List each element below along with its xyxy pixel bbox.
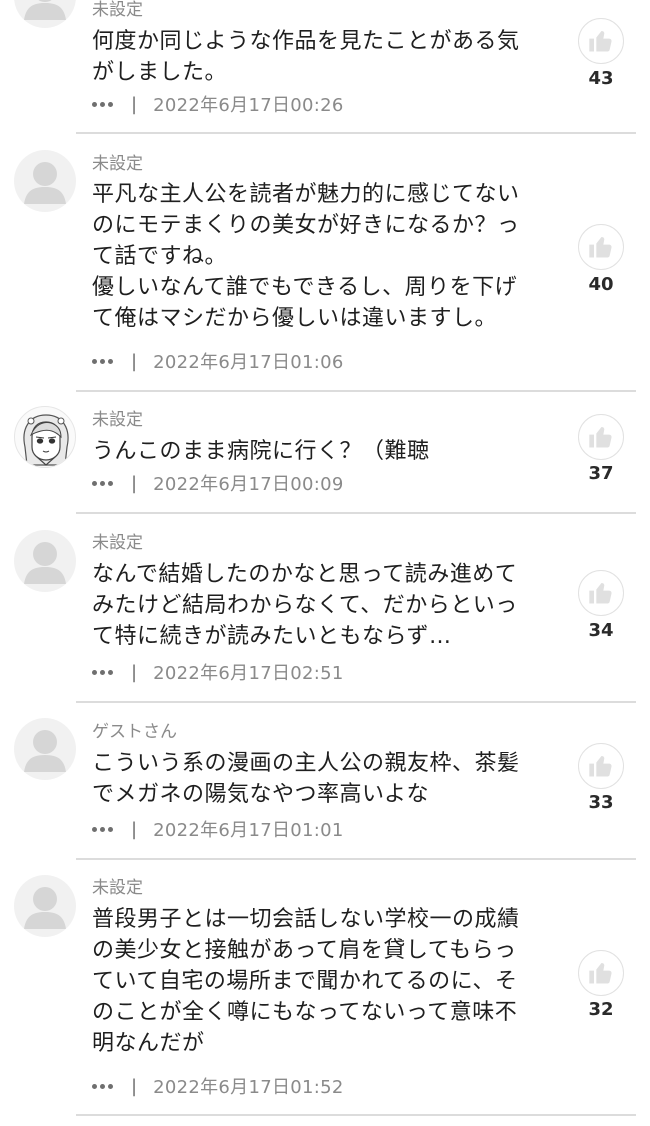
comment-username[interactable]: 未設定 (92, 410, 143, 430)
default-user-avatar-icon (24, 887, 66, 929)
thumbs-up-icon (589, 755, 612, 777)
comment-meta: | 2022年6月17日00:09 (92, 471, 344, 495)
comment-username[interactable]: 未設定 (92, 533, 143, 553)
user-avatar[interactable] (14, 0, 76, 28)
thumbs-up-icon (589, 426, 612, 448)
comment-username[interactable]: 未設定 (92, 878, 143, 898)
meta-separator: | (131, 818, 138, 840)
like-count: 37 (588, 463, 614, 484)
user-avatar[interactable] (14, 718, 76, 780)
more-dots-icon[interactable] (92, 477, 113, 490)
default-user-avatar-icon (24, 730, 66, 772)
like-button[interactable] (578, 950, 624, 996)
like-count: 32 (588, 999, 614, 1020)
thumbs-up-icon (589, 962, 612, 984)
comment-date: 2022年6月17日00:26 (153, 95, 344, 116)
comment-date: 2022年6月17日01:52 (153, 1077, 344, 1098)
comment-text: 平凡な主人公を読者が魅力的に感じてない のにモテまくりの美女が好きになるか？っ … (92, 182, 520, 331)
default-user-avatar-icon (24, 162, 66, 204)
like-button[interactable] (578, 18, 624, 64)
more-dots-icon[interactable] (92, 1080, 113, 1093)
comment-date: 2022年6月17日02:51 (153, 663, 344, 684)
thumbs-up-icon (589, 236, 612, 258)
comment-text: うんこのまま病院に行く？（難聴 (92, 439, 430, 464)
comment-date: 2022年6月17日01:01 (153, 820, 344, 841)
anime-girl-avatar (23, 414, 69, 466)
like-button[interactable] (578, 570, 624, 616)
comment-date: 2022年6月17日00:09 (153, 474, 344, 495)
divider (76, 512, 636, 514)
like-count: 40 (588, 274, 614, 295)
user-avatar[interactable] (14, 406, 76, 468)
comment-meta: | 2022年6月17日01:52 (92, 1074, 344, 1098)
more-dots-icon[interactable] (92, 355, 113, 368)
thumbs-up-icon (589, 582, 612, 604)
divider (76, 1114, 636, 1116)
divider (76, 858, 636, 860)
default-user-avatar-icon (24, 542, 66, 584)
meta-separator: | (131, 93, 138, 115)
meta-separator: | (131, 1075, 138, 1097)
thumbs-up-icon (589, 30, 612, 52)
meta-separator: | (131, 661, 138, 683)
comment-meta: | 2022年6月17日01:06 (92, 349, 344, 373)
comment-meta: | 2022年6月17日00:26 (92, 92, 344, 116)
comment-date: 2022年6月17日01:06 (153, 352, 344, 373)
user-avatar[interactable] (14, 530, 76, 592)
divider (76, 701, 636, 703)
user-avatar[interactable] (14, 150, 76, 212)
default-user-avatar-icon (24, 0, 66, 20)
like-button[interactable] (578, 414, 624, 460)
like-button[interactable] (578, 224, 624, 270)
like-count: 34 (588, 620, 614, 641)
comment-meta: | 2022年6月17日02:51 (92, 660, 344, 684)
like-count: 33 (588, 792, 614, 813)
comment-username[interactable]: 未設定 (92, 0, 143, 20)
comment-text: 普段男子とは一切会話しない学校一の成績 の美少女と接触があって肩を貸してもらっ … (92, 907, 520, 1056)
more-dots-icon[interactable] (92, 823, 113, 836)
like-count: 43 (588, 68, 614, 89)
comment-meta: | 2022年6月17日01:01 (92, 817, 344, 841)
more-dots-icon[interactable] (92, 666, 113, 679)
more-dots-icon[interactable] (92, 98, 113, 111)
like-button[interactable] (578, 743, 624, 789)
comment-text: こういう系の漫画の主人公の親友枠、茶髪 でメガネの陽気なやつ率高いよな (92, 751, 520, 807)
comment-text: なんで結婚したのかなと思って読み進めて みたけど結局わからなくて、だからといっ … (92, 562, 518, 649)
user-avatar[interactable] (14, 875, 76, 937)
meta-separator: | (131, 472, 138, 494)
divider (76, 390, 636, 392)
comment-text: 何度か同じような作品を見たことがある気 がしました。 (92, 29, 520, 85)
divider (76, 132, 636, 134)
meta-separator: | (131, 350, 138, 372)
comment-username[interactable]: 未設定 (92, 154, 143, 174)
comment-username[interactable]: ゲストさん (92, 722, 177, 742)
